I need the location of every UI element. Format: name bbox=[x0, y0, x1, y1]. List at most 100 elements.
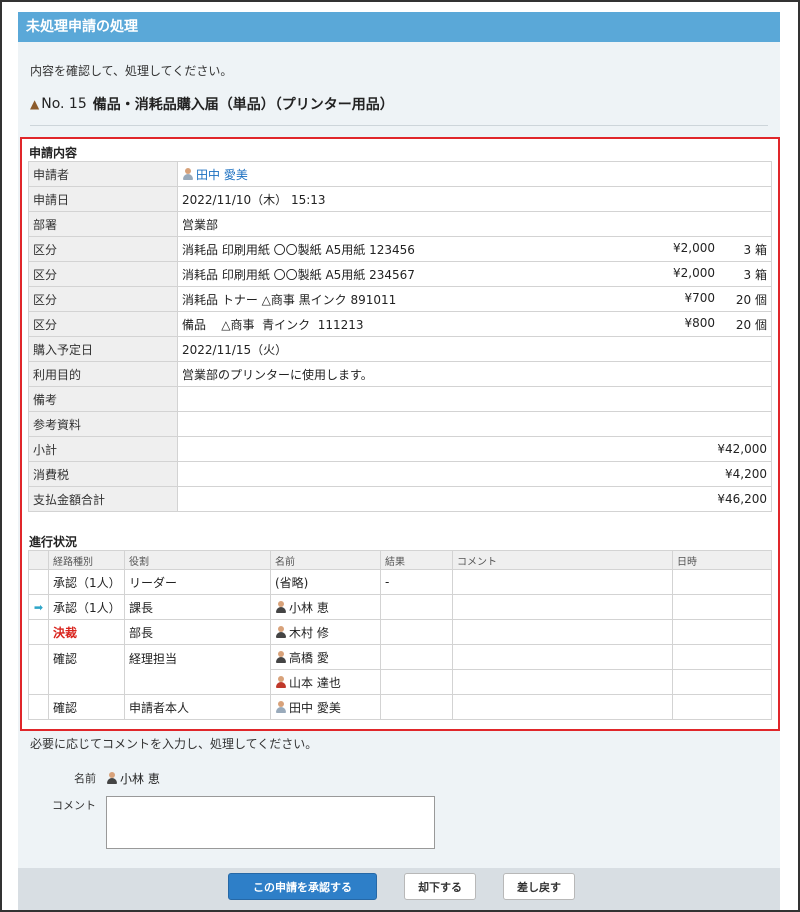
result bbox=[380, 594, 453, 620]
column-header: 日時 bbox=[672, 550, 772, 570]
item-quantity: 20 個 bbox=[735, 317, 767, 332]
user-icon bbox=[106, 772, 118, 784]
role: 部長 bbox=[124, 619, 271, 645]
item-price: ¥800 bbox=[684, 315, 715, 330]
datetime bbox=[672, 619, 772, 645]
datetime bbox=[672, 594, 772, 620]
datetime bbox=[672, 644, 772, 670]
table-row: 確認 申請者本人 田中 愛美 bbox=[28, 694, 772, 720]
return-button[interactable]: 差し戻す bbox=[503, 873, 575, 900]
field-label: 備考 bbox=[28, 386, 178, 412]
progress-table: 経路種別 役割 名前 結果 コメント 日時 承認（1人） リーダー (省略) -… bbox=[28, 550, 772, 720]
item-price: ¥700 bbox=[684, 290, 715, 305]
field-label: 支払金額合計 bbox=[28, 486, 178, 512]
instruction-text: 内容を確認して、処理してください。 bbox=[30, 64, 233, 78]
route-type: 承認（1人） bbox=[48, 569, 125, 595]
comment bbox=[452, 569, 673, 595]
field-label: 小計 bbox=[28, 436, 178, 462]
application-section-label: 申請内容 bbox=[29, 146, 78, 160]
approver-name: 田中 愛美 bbox=[289, 700, 341, 715]
comment bbox=[452, 694, 673, 720]
reject-button[interactable]: 却下する bbox=[404, 873, 476, 900]
table-row: 消費税 ¥4,200 bbox=[28, 461, 772, 487]
approver-name-cell: 木村 修 bbox=[270, 619, 381, 645]
table-row: 承認（1人） リーダー (省略) - bbox=[28, 569, 772, 595]
table-row: 参考資料 bbox=[28, 411, 772, 437]
role: 課長 bbox=[124, 594, 271, 620]
route-type: 承認（1人） bbox=[48, 594, 125, 620]
purpose-value: 営業部のプリンターに使用します。 bbox=[177, 361, 772, 387]
field-label: 参考資料 bbox=[28, 411, 178, 437]
table-row: 確認 経理担当 高橋 愛 bbox=[28, 644, 772, 695]
row-marker bbox=[28, 569, 49, 595]
request-form-icon: ▲ bbox=[30, 97, 40, 111]
approver-name: 小林 恵 bbox=[289, 600, 329, 615]
approver-name-cell: 高橋 愛 bbox=[270, 644, 381, 670]
table-row: 利用目的 営業部のプリンターに使用します。 bbox=[28, 361, 772, 387]
column-header: コメント bbox=[452, 550, 673, 570]
item-description: 備品 △商事 青インク 111213 bbox=[182, 317, 364, 332]
approve-button[interactable]: この申請を承認する bbox=[228, 873, 377, 900]
comment bbox=[452, 644, 673, 670]
approver-name-cell: 小林 恵 bbox=[270, 594, 381, 620]
field-label: 申請日 bbox=[28, 186, 178, 212]
route-type: 確認 bbox=[48, 694, 125, 720]
subtotal-value: ¥42,000 bbox=[177, 436, 772, 462]
processor-name-text: 小林 恵 bbox=[120, 772, 160, 786]
row-marker bbox=[28, 694, 49, 720]
item-quantity: 20 個 bbox=[735, 292, 767, 307]
user-icon bbox=[275, 700, 287, 713]
approver-name: 高橋 愛 bbox=[289, 650, 329, 665]
comment-instruction: 必要に応じてコメントを入力し、処理してください。 bbox=[30, 737, 318, 751]
purchase-date-value: 2022/11/15（火） bbox=[177, 336, 772, 362]
page-title: 未処理申請の処理 bbox=[18, 12, 780, 42]
field-label: 利用目的 bbox=[28, 361, 178, 387]
item-price: ¥2,000 bbox=[673, 265, 715, 280]
applicant-link[interactable]: 田中 愛美 bbox=[196, 168, 248, 182]
remarks-value bbox=[177, 386, 772, 412]
row-marker bbox=[28, 644, 49, 695]
table-row: 申請日 2022/11/10（木） 15:13 bbox=[28, 186, 772, 212]
user-icon bbox=[275, 600, 287, 613]
user-icon bbox=[182, 167, 194, 180]
divider bbox=[30, 125, 768, 126]
route-type: 確認 bbox=[48, 644, 125, 695]
result: - bbox=[380, 569, 453, 595]
table-row: 購入予定日 2022/11/15（火） bbox=[28, 336, 772, 362]
result bbox=[380, 644, 453, 670]
comment-label: コメント bbox=[52, 799, 96, 812]
current-step-arrow-icon: ➡ bbox=[28, 594, 49, 620]
comment bbox=[452, 594, 673, 620]
application-date-value: 2022/11/10（木） 15:13 bbox=[177, 186, 772, 212]
progress-section-label: 進行状況 bbox=[29, 535, 78, 549]
column-header: 結果 bbox=[380, 550, 453, 570]
field-label: 申請者 bbox=[28, 161, 178, 187]
datetime bbox=[672, 569, 772, 595]
field-label: 区分 bbox=[28, 236, 178, 262]
field-label: 区分 bbox=[28, 286, 178, 312]
table-row: 部署 営業部 bbox=[28, 211, 772, 237]
item-description: 消耗品 印刷用紙 〇〇製紙 A5用紙 123456 bbox=[182, 242, 415, 257]
result bbox=[380, 619, 453, 645]
approver-name: 木村 修 bbox=[289, 625, 329, 640]
approver-name-cell: 田中 愛美 bbox=[270, 694, 381, 720]
tax-value: ¥4,200 bbox=[177, 461, 772, 487]
request-number: No. 15 bbox=[41, 96, 87, 112]
item-description: 消耗品 トナー △商事 黒インク 891011 bbox=[182, 292, 397, 307]
table-row: 決裁 部長 木村 修 bbox=[28, 619, 772, 645]
row-marker bbox=[28, 619, 49, 645]
comment-input[interactable] bbox=[106, 796, 435, 849]
comment bbox=[452, 669, 673, 695]
request-heading: ▲ No. 15 備品・消耗品購入届（単品）（プリンター用品） bbox=[30, 94, 394, 114]
department-value: 営業部 bbox=[177, 211, 772, 237]
item-price: ¥2,000 bbox=[673, 240, 715, 255]
role: リーダー bbox=[124, 569, 271, 595]
user-icon bbox=[275, 625, 287, 638]
comment bbox=[452, 619, 673, 645]
column-header: 名前 bbox=[270, 550, 381, 570]
table-row: 支払金額合計 ¥46,200 bbox=[28, 486, 772, 512]
field-label: 区分 bbox=[28, 261, 178, 287]
table-row: 区分 備品 △商事 青インク 111213 ¥800 20 個 bbox=[28, 311, 772, 337]
datetime bbox=[672, 694, 772, 720]
table-row: ➡ 承認（1人） 課長 小林 恵 bbox=[28, 594, 772, 620]
